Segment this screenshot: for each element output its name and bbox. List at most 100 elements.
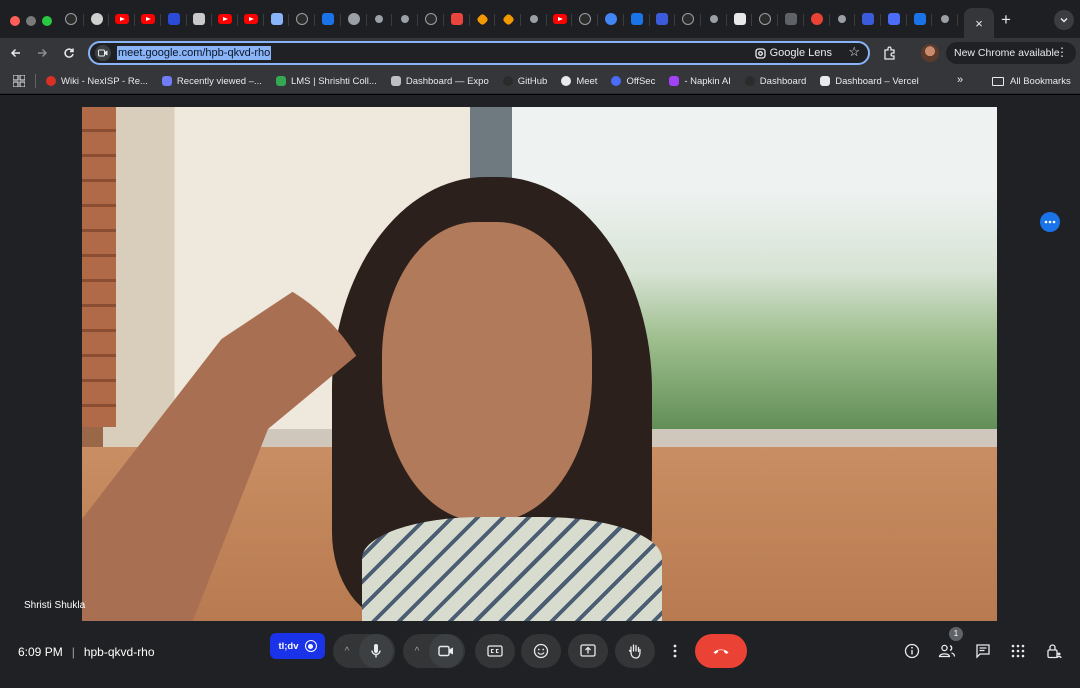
bookmark-wiki-nexisp[interactable]: Wiki - NexISP - Re... [46,76,148,87]
browser-tab[interactable] [650,0,676,38]
camera-control: ^ [403,634,465,668]
present-screen-icon [580,644,596,657]
present-screen-button[interactable] [568,634,608,668]
audio-options-caret-icon[interactable]: ^ [335,646,359,657]
browser-tab[interactable] [212,0,238,38]
browser-tab[interactable] [855,0,881,38]
bookmark-lms[interactable]: LMS | Shrishti Coll... [275,76,377,87]
apps-grid-icon[interactable] [13,75,25,87]
chat-icon [976,644,990,659]
browser-tab[interactable] [418,0,444,38]
new-tab-button[interactable]: + [996,10,1016,30]
browser-tab[interactable] [701,0,727,38]
browser-tab[interactable] [58,0,84,38]
maximize-window-button[interactable] [42,16,52,26]
browser-tab[interactable] [109,0,135,38]
extensions-button[interactable] [882,45,898,61]
x-cross-icon [322,13,335,25]
meeting-details-button[interactable] [903,642,921,660]
blue-square-icon [630,13,643,25]
browser-tab[interactable] [341,0,367,38]
diamond-icon [501,12,515,26]
video-options-caret-icon[interactable]: ^ [405,646,429,657]
chat-button[interactable] [974,642,992,660]
bookmark-napkin-ai[interactable]: - Napkin AI [669,76,731,87]
browser-tab[interactable] [444,0,470,38]
microphone-button[interactable] [359,634,393,668]
camera-button[interactable] [429,634,463,668]
browser-tab[interactable] [881,0,907,38]
reactions-button[interactable] [521,634,561,668]
leave-call-button[interactable] [695,634,747,668]
bookmark-dashboard-vercel[interactable]: Dashboard – Vercel [820,76,919,87]
bookmark-label: Dashboard [759,75,807,87]
bookmark-recently-viewed[interactable]: Recently viewed –... [161,76,262,87]
chrome-update-button[interactable]: New Chrome available ⋮ [946,42,1076,64]
people-button[interactable] [938,642,956,660]
site-info-icon[interactable] [95,45,111,61]
back-button[interactable] [7,44,25,62]
bookmark-dashboard[interactable]: Dashboard [744,75,807,87]
tile-more-options-button[interactable] [1040,212,1060,232]
napkin-favicon-icon [669,76,680,86]
github-icon [64,13,77,25]
record-icon [304,640,317,652]
browser-tab[interactable] [135,0,161,38]
bookmark-offsec[interactable]: OffSec [611,76,655,87]
more-menu-icon[interactable]: ⋮ [1056,45,1068,59]
active-tab[interactable]: × [964,8,994,38]
browser-tab[interactable] [521,0,547,38]
more-options-button[interactable] [663,634,687,668]
browser-tab[interactable] [315,0,341,38]
tab-search-button[interactable] [1054,10,1074,30]
raise-hand-button[interactable] [615,634,655,668]
url-text[interactable]: meet.google.com/hpb-qkvd-rho [117,46,272,60]
browser-tab[interactable] [804,0,830,38]
browser-tab[interactable] [289,0,315,38]
tab-close-icon[interactable]: × [975,16,983,31]
bookmark-github[interactable]: GitHub [502,76,547,87]
participant-name-label: Shristi Shukla [24,600,86,611]
browser-tab[interactable] [572,0,598,38]
meeting-time: 6:09 PM [18,645,63,659]
profile-avatar[interactable] [921,44,939,62]
browser-tab[interactable] [238,0,264,38]
browser-tab[interactable] [495,0,521,38]
close-window-button[interactable] [10,16,20,26]
browser-tab[interactable] [547,0,573,38]
browser-tab[interactable] [675,0,701,38]
browser-tab[interactable] [367,0,393,38]
browser-tab[interactable] [907,0,933,38]
browser-tab[interactable] [932,0,958,38]
browser-tab[interactable] [187,0,213,38]
browser-tab[interactable] [392,0,418,38]
forward-button[interactable] [33,44,51,62]
browser-tab[interactable] [727,0,753,38]
host-controls-button[interactable] [1045,642,1063,660]
browser-tab[interactable] [752,0,778,38]
bookmarks-overflow-button[interactable]: » [957,74,963,86]
browser-tab[interactable] [598,0,624,38]
captions-button[interactable] [475,634,515,668]
reload-button[interactable] [60,44,78,62]
github-icon [579,13,592,25]
address-bar[interactable]: meet.google.com/hpb-qkvd-rho Google Lens… [88,41,870,65]
tldv-recorder-button[interactable]: tl;dv [270,633,325,659]
browser-tab[interactable] [624,0,650,38]
all-bookmarks-button[interactable]: All Bookmarks [992,68,1071,94]
bookmark-star-icon[interactable]: ☆ [848,44,860,60]
bookmark-dashboard-expo[interactable]: Dashboard — Expo [390,76,489,87]
more-horizontal-icon [1044,220,1056,224]
google-lens-button[interactable]: Google Lens [754,45,832,61]
browser-tab[interactable] [830,0,856,38]
minimize-window-button[interactable] [26,16,36,26]
browser-tab[interactable] [778,0,804,38]
browser-tab[interactable] [84,0,110,38]
bookmark-meet[interactable]: Meet [561,76,597,87]
browser-tab[interactable] [161,0,187,38]
participant-video-tile[interactable] [82,107,997,621]
browser-tab[interactable] [264,0,290,38]
activities-button[interactable] [1009,642,1027,660]
browser-tab[interactable] [470,0,496,38]
youtube-icon [552,14,567,24]
